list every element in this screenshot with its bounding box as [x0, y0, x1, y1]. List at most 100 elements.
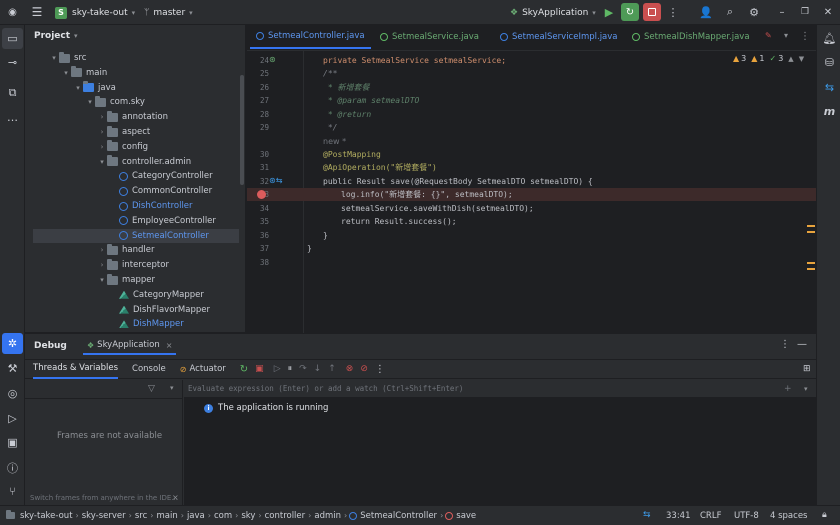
- pin-icon[interactable]: ✎: [765, 31, 772, 40]
- debug-rerun-icon[interactable]: ↻: [621, 3, 639, 21]
- tree-item[interactable]: CategoryMapper: [109, 288, 204, 302]
- tree-item[interactable]: ▾ java: [73, 81, 116, 95]
- restore-window-icon[interactable]: ❐: [798, 4, 812, 20]
- tree-item[interactable]: ▾ src: [49, 51, 86, 65]
- layout-icon[interactable]: ⊞: [803, 364, 811, 374]
- breakpoint-icon[interactable]: [257, 190, 266, 199]
- code-line[interactable]: 35 return Result.success();: [247, 215, 816, 228]
- cursor-position[interactable]: 33:41: [666, 511, 691, 521]
- breadcrumb-item[interactable]: src: [135, 511, 147, 521]
- chevron-down-icon[interactable]: ▾: [97, 276, 107, 284]
- tab-more-icon[interactable]: ⋮: [800, 31, 810, 42]
- tree-item[interactable]: EmployeeController: [109, 214, 216, 228]
- breadcrumb-item[interactable]: sky-server: [82, 511, 126, 521]
- editor-tab[interactable]: SetmealController.java: [250, 25, 371, 49]
- indent-setting[interactable]: 4 spaces: [770, 511, 807, 521]
- code-line[interactable]: 27 * @param setmealDTO: [247, 94, 816, 107]
- line-ending[interactable]: CRLF: [700, 511, 721, 521]
- tab-console[interactable]: Console: [132, 364, 166, 374]
- tree-item[interactable]: DishMapper: [109, 317, 184, 331]
- tree-item[interactable]: CategoryController: [109, 169, 213, 183]
- code-line[interactable]: 26 * 新增套餐: [247, 81, 816, 94]
- chevron-down-icon[interactable]: ▾: [170, 384, 174, 392]
- endpoint-status-icon[interactable]: ⇆: [643, 510, 651, 520]
- tree-item[interactable]: ▾ mapper: [97, 273, 155, 287]
- step-into-icon[interactable]: ↓: [314, 364, 322, 374]
- database-tool-icon[interactable]: ⛁: [819, 52, 840, 73]
- tree-item[interactable]: › aspect: [97, 125, 150, 139]
- project-switcher[interactable]: S sky-take-out ▾: [55, 5, 135, 20]
- project-tool-icon[interactable]: ▭: [2, 28, 23, 49]
- more-actions-icon[interactable]: ⋮: [666, 4, 680, 20]
- close-hint-icon[interactable]: ×: [172, 493, 179, 502]
- breadcrumb-item[interactable]: save: [456, 511, 476, 521]
- run-tool-icon[interactable]: ▷: [2, 408, 23, 429]
- editor-tab[interactable]: SetmealService.java: [374, 25, 485, 49]
- run-icon[interactable]: ▶: [601, 4, 617, 20]
- breadcrumb-item[interactable]: main: [156, 511, 177, 521]
- evaluate-expression-field[interactable]: Evaluate expression (Enter) or add a wat…: [184, 380, 816, 398]
- build-tool-icon[interactable]: ⚒: [2, 358, 23, 379]
- breadcrumb-item[interactable]: sky-take-out: [20, 511, 73, 521]
- problems-tool-icon[interactable]: ⓘ: [2, 457, 23, 478]
- code-with-me-icon[interactable]: 👤: [698, 4, 714, 20]
- tree-item[interactable]: SetmealController: [33, 228, 239, 243]
- breadcrumb-item[interactable]: SetmealController: [360, 511, 437, 521]
- code-line[interactable]: 28 * @return: [247, 108, 816, 121]
- code-line[interactable]: 30 @PostMapping: [247, 148, 816, 161]
- breadcrumb-item[interactable]: controller: [265, 511, 306, 521]
- code-line[interactable]: 33log.info("新增套餐: {}", setmealDTO);: [247, 188, 816, 201]
- chevron-down-icon[interactable]: ▾: [85, 98, 95, 106]
- settings-gear-icon[interactable]: ⚙: [746, 4, 762, 20]
- tab-threads-variables[interactable]: Threads & Variables: [33, 359, 119, 379]
- tree-item[interactable]: ▾ main: [61, 66, 107, 80]
- chevron-down-icon[interactable]: ▾: [804, 385, 808, 393]
- code-line[interactable]: new *: [247, 135, 816, 148]
- mute-breakpoints-icon[interactable]: ⊘: [360, 364, 368, 374]
- project-tree-scrollbar[interactable]: [240, 75, 244, 185]
- code-line[interactable]: 32 public Result save(@RequestBody Setmea…: [247, 175, 816, 188]
- tree-item[interactable]: › annotation: [97, 110, 168, 124]
- chevron-down-icon[interactable]: ▾: [73, 84, 83, 92]
- code-line[interactable]: 31 @ApiOperation("新增套餐"): [247, 161, 816, 174]
- chevron-down-icon[interactable]: ▾: [97, 158, 107, 166]
- tab-actuator[interactable]: Actuator: [189, 364, 225, 374]
- run-config-selector[interactable]: ❖ SkyApplication ▾: [510, 5, 596, 20]
- endpoints-tool-icon[interactable]: ⇆: [819, 77, 840, 98]
- step-out-icon[interactable]: ↑: [328, 364, 336, 374]
- chevron-down-icon[interactable]: ▾: [61, 69, 71, 77]
- code-line[interactable]: 36}: [247, 229, 816, 242]
- main-menu-icon[interactable]: ☰: [28, 3, 46, 21]
- chevron-right-icon[interactable]: ›: [97, 113, 107, 121]
- tree-item[interactable]: DishController: [109, 199, 193, 213]
- code-line[interactable]: 29 */: [247, 121, 816, 134]
- notifications-icon[interactable]: 🔔︎: [819, 28, 840, 49]
- stop-icon[interactable]: [643, 3, 661, 21]
- structure-tool-icon[interactable]: ⧉: [2, 82, 23, 103]
- chevron-right-icon[interactable]: ›: [97, 246, 107, 254]
- tree-item[interactable]: › handler: [97, 243, 154, 257]
- more-options-icon[interactable]: ⋮: [780, 339, 790, 350]
- tab-list-chevron-icon[interactable]: ▾: [784, 31, 788, 40]
- git-tool-icon[interactable]: ⑂: [2, 481, 23, 502]
- code-editor[interactable]: ▲ 3 ▲ 1 ✓ 3 ▲ ▼ 24 private SetmealService se…: [247, 50, 816, 333]
- code-line[interactable]: 37}: [247, 242, 816, 255]
- project-panel-header[interactable]: Project ▾: [34, 31, 78, 41]
- bean-gutter-icon[interactable]: ⊛: [269, 55, 276, 64]
- lock-icon[interactable]: 🔒︎: [822, 510, 827, 520]
- file-encoding[interactable]: UTF-8: [734, 511, 759, 521]
- view-breakpoints-icon[interactable]: ⊗: [346, 364, 354, 374]
- vcs-branch-switcher[interactable]: ᛘ master ▾: [144, 5, 193, 20]
- close-window-icon[interactable]: ✕: [821, 4, 835, 20]
- breadcrumb-item[interactable]: admin: [314, 511, 341, 521]
- search-icon[interactable]: ⌕: [722, 4, 738, 20]
- code-line[interactable]: 25 /**: [247, 67, 816, 80]
- tree-item[interactable]: CommonController: [109, 184, 212, 198]
- debug-tool-icon[interactable]: ✲: [2, 333, 23, 354]
- editor-tab[interactable]: SetmealDishMapper.java: [626, 25, 756, 49]
- hide-panel-icon[interactable]: —: [797, 339, 807, 350]
- chevron-right-icon[interactable]: ›: [97, 143, 107, 151]
- debug-session-tab[interactable]: ❖ SkyApplication ×: [83, 337, 177, 355]
- more-icon[interactable]: ⋮: [375, 364, 385, 375]
- chevron-right-icon[interactable]: ›: [97, 128, 107, 136]
